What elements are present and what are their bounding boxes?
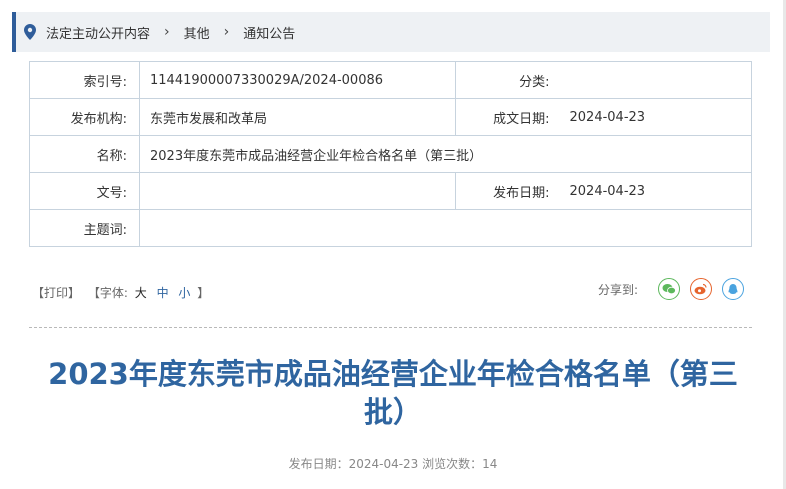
share-label: 分享到: [597,282,638,297]
name-value: 2023年度东莞市成品油经营企业年检合格名单（第三批） [139,135,752,173]
index-value: 11441900007330029A/2024-00086 [139,61,456,99]
created-date-label: 成文日期: [455,98,564,136]
wechat-icon[interactable] [658,278,680,300]
table-row: 名称: 2023年度东莞市成品油经营企业年检合格名单（第三批） [29,135,752,173]
publish-date-label: 发布日期: [455,172,564,210]
divider [29,327,752,328]
category-label: 分类: [455,61,564,99]
font-large-button[interactable]: 大 [135,286,147,300]
subject-label: 主题词: [29,209,140,247]
doc-number-value [139,172,456,210]
table-row: 文号: 发布日期: 2024-04-23 [29,172,752,210]
print-button[interactable]: 【打印】 [32,286,80,300]
article-info: 发布日期：2024-04-23 浏览次数：14 [288,457,498,471]
breadcrumb-item-public-content[interactable]: 法定主动公开内容 [46,23,150,42]
index-label: 索引号: [29,61,140,99]
chevron-right-icon: › [164,24,170,40]
category-value [563,61,752,99]
created-date-value: 2024-04-23 [563,98,752,136]
chevron-right-icon: › [223,24,230,40]
document-metadata-table: 索引号: 11441900007330029A/2024-00086 分类: 发… [29,61,752,247]
breadcrumb-item-other[interactable]: 其他 [184,23,210,42]
font-size-prefix: 【字体: [87,286,128,300]
name-label: 名称: [29,135,140,173]
table-row: 主题词: [29,209,752,247]
publisher-value: 东莞市发展和改革局 [139,98,456,136]
qq-icon[interactable] [722,278,744,300]
publish-date-value: 2024-04-23 [563,172,752,210]
font-size-suffix: 】 [197,286,210,300]
table-row: 发布机构: 东莞市发展和改革局 成文日期: 2024-04-23 [29,98,752,136]
font-small-button[interactable]: 小 [178,286,190,300]
font-medium-button[interactable]: 中 [157,286,169,300]
article-title: 2023年度东莞市成品油经营企业年检合格名单（第三批） [48,357,738,429]
article-tools: 【打印】 【字体: 大 中 小 】 [32,284,209,301]
breadcrumb-item-notices[interactable]: 通知公告 [243,23,295,42]
share-bar: 分享到: [598,278,744,300]
doc-number-label: 文号: [29,172,140,210]
weibo-icon[interactable] [690,278,712,300]
subject-value [139,209,752,247]
table-row: 索引号: 11441900007330029A/2024-00086 分类: [29,61,752,99]
breadcrumb: 法定主动公开内容 › 其他 › 通知公告 [12,12,770,52]
location-pin-icon [24,24,36,40]
publisher-label: 发布机构: [29,98,140,136]
